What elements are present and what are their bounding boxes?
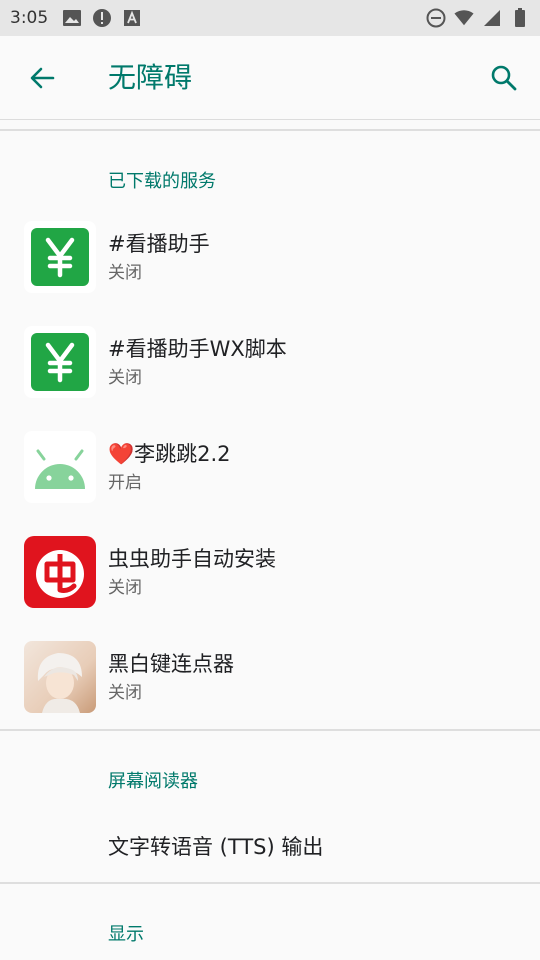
- yen-icon: [24, 326, 96, 398]
- chongchong-icon: [24, 536, 96, 608]
- service-title: #看播助手WX脚本: [108, 337, 287, 361]
- service-title: #看播助手: [108, 232, 210, 256]
- service-item-litiaotiao[interactable]: ❤️李跳跳2.2 开启: [0, 416, 540, 520]
- anime-avatar-icon: [24, 641, 96, 713]
- keyboard-a-icon: [122, 8, 142, 28]
- service-title: ❤️李跳跳2.2: [108, 442, 231, 466]
- search-icon: [491, 65, 517, 91]
- arrow-back-icon: [30, 67, 55, 89]
- service-status: 关闭: [108, 578, 142, 598]
- divider: [0, 729, 540, 731]
- service-title: 黑白键连点器: [108, 652, 234, 676]
- service-item-kanbo[interactable]: #看播助手 关闭: [0, 206, 540, 310]
- divider: [0, 129, 540, 131]
- service-item-chongchong[interactable]: 虫虫助手自动安装 关闭: [0, 521, 540, 625]
- alert-icon: [92, 8, 112, 28]
- service-status: 关闭: [108, 263, 142, 283]
- signal-icon: [482, 8, 502, 28]
- service-status: 开启: [108, 473, 142, 493]
- do-not-disturb-icon: [426, 8, 446, 28]
- status-left-icons: [62, 8, 142, 28]
- android-icon: [24, 431, 96, 503]
- status-bar: 3:05: [0, 0, 540, 36]
- divider: [0, 882, 540, 884]
- image-icon: [62, 8, 82, 28]
- tts-output-item[interactable]: 文字转语音 (TTS) 输出: [108, 831, 323, 861]
- wifi-icon: [454, 8, 474, 28]
- yen-icon: [24, 221, 96, 293]
- search-button[interactable]: [484, 58, 524, 98]
- app-bar: 无障碍: [0, 36, 540, 120]
- section-header-screen-reader: 屏幕阅读器: [108, 771, 198, 792]
- status-time: 3:05: [10, 8, 49, 28]
- status-right-icons: [426, 8, 530, 28]
- section-header-display: 显示: [108, 924, 144, 945]
- service-item-kanbo-wx[interactable]: #看播助手WX脚本 关闭: [0, 311, 540, 415]
- battery-icon: [510, 8, 530, 28]
- page-title: 无障碍: [108, 61, 193, 94]
- service-status: 关闭: [108, 368, 142, 388]
- section-header-downloaded-services: 已下载的服务: [108, 171, 216, 192]
- service-title: 虫虫助手自动安装: [108, 547, 276, 571]
- service-item-heibaijian[interactable]: 黑白键连点器 关闭: [0, 626, 540, 730]
- back-button[interactable]: [22, 58, 62, 98]
- service-status: 关闭: [108, 683, 142, 703]
